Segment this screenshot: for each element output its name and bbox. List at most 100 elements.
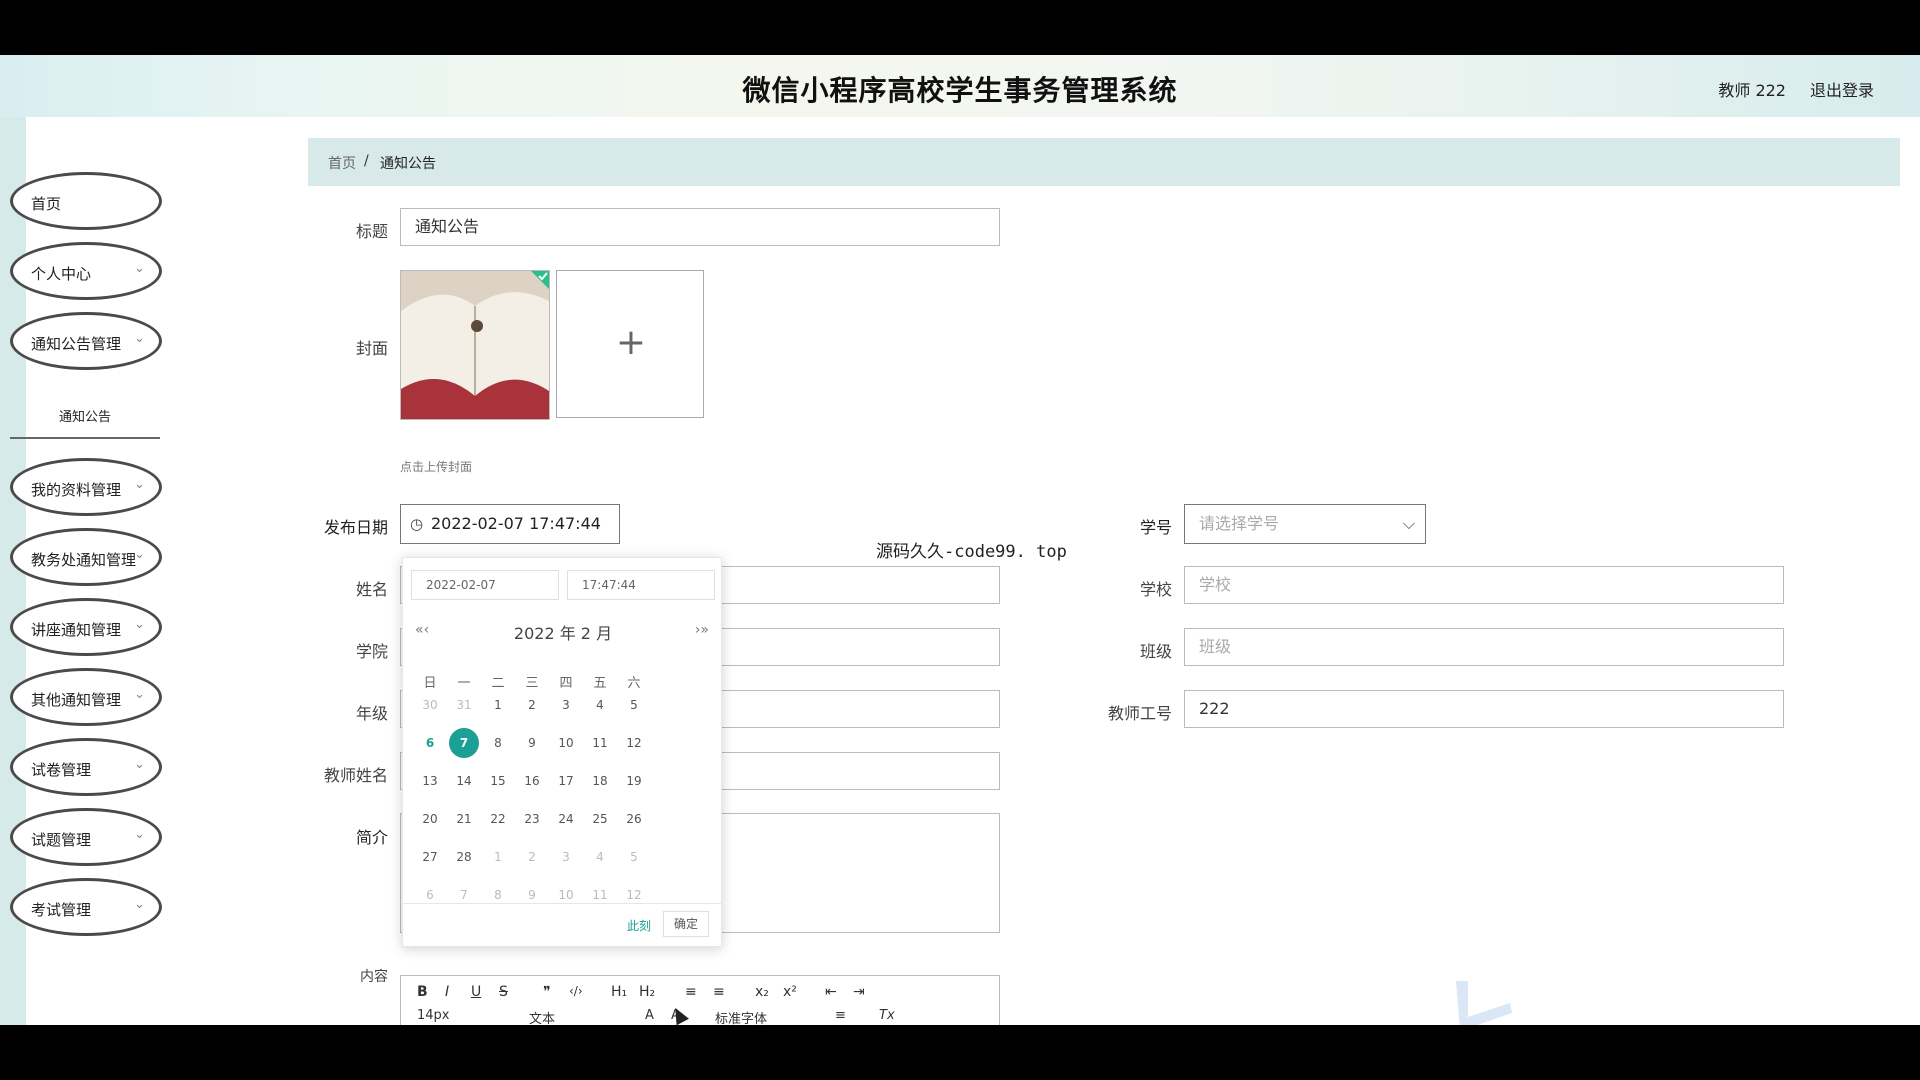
day-cell[interactable]: 23	[517, 804, 547, 834]
day-cell[interactable]: 19	[619, 766, 649, 796]
day-cell[interactable]: 20	[415, 804, 445, 834]
chevron-down-icon: ⌄	[134, 261, 145, 276]
picker-date-input[interactable]: 2022-02-07	[411, 570, 559, 600]
cover-label: 封面	[355, 339, 388, 358]
day-cell[interactable]: 28	[449, 842, 479, 872]
logout-link[interactable]: 退出登录	[1810, 77, 1874, 101]
next-year-button[interactable]: ›»	[695, 622, 709, 638]
sidebar-item-paper-management[interactable]: 试卷管理 ⌄	[10, 738, 162, 796]
day-cell[interactable]: 31	[449, 690, 479, 720]
chevron-down-icon: ⌄	[134, 547, 145, 562]
day-cell[interactable]: 13	[415, 766, 445, 796]
day-cell[interactable]: 4	[585, 842, 615, 872]
day-cell[interactable]: 16	[517, 766, 547, 796]
day-cell[interactable]: 17	[551, 766, 581, 796]
picker-time-input[interactable]: 17:47:44	[567, 570, 715, 600]
day-cell[interactable]: 6	[415, 728, 445, 758]
day-cell[interactable]: 24	[551, 804, 581, 834]
video-logo-icon	[1456, 981, 1512, 1025]
teacher-no-input[interactable]: 222	[1184, 690, 1784, 728]
code-button[interactable]: ‹/›	[569, 984, 583, 998]
day-cell[interactable]: 4	[585, 690, 615, 720]
day-cell[interactable]: 10	[551, 728, 581, 758]
strike-button[interactable]: S	[499, 984, 508, 1000]
class-input[interactable]: 班级	[1184, 628, 1784, 666]
college-label: 学院	[355, 642, 388, 661]
day-cell[interactable]: 5	[619, 842, 649, 872]
h2-button[interactable]: H₂	[639, 984, 655, 1000]
student-no-select[interactable]: 请选择学号 ⌵	[1184, 504, 1426, 544]
weekday-label: 日	[423, 676, 437, 691]
clear-format-button[interactable]: Tx	[879, 1008, 895, 1023]
sidebar-item-label: 讲座通知管理	[31, 621, 122, 639]
sidebar-item-notice-management[interactable]: 通知公告管理 ⌄	[10, 312, 162, 370]
day-cell[interactable]: 22	[483, 804, 513, 834]
sidebar-item-personal-center[interactable]: 个人中心 ⌄	[10, 242, 162, 300]
ordered-list-button[interactable]: ≡	[685, 984, 697, 1000]
day-cell[interactable]: 27	[415, 842, 445, 872]
day-cell[interactable]: 1	[483, 842, 513, 872]
h1-button[interactable]: H₁	[611, 984, 627, 1000]
day-cell[interactable]: 2	[517, 842, 547, 872]
align-button[interactable]: ≡	[835, 1008, 846, 1023]
sidebar-item-other-notice[interactable]: 其他通知管理 ⌄	[10, 668, 162, 726]
paragraph-select[interactable]: 文本	[529, 1008, 555, 1025]
day-cell[interactable]: 7	[449, 728, 479, 758]
system-title: 微信小程序高校学生事务管理系统	[742, 74, 1178, 107]
day-cell[interactable]: 2	[517, 690, 547, 720]
publish-date-label: 发布日期	[323, 518, 388, 537]
clock-icon: ◷	[410, 515, 424, 533]
day-cell[interactable]: 12	[619, 728, 649, 758]
day-cell[interactable]: 14	[449, 766, 479, 796]
confirm-button[interactable]: 确定	[663, 911, 709, 937]
sidebar-item-question-management[interactable]: 试题管理 ⌄	[10, 808, 162, 866]
day-cell[interactable]: 15	[483, 766, 513, 796]
upload-cover-button[interactable]: +	[556, 270, 704, 418]
day-cell[interactable]: 21	[449, 804, 479, 834]
plus-icon: +	[615, 322, 647, 363]
superscript-button[interactable]: x²	[783, 984, 797, 1000]
picker-footer: 此刻 确定	[403, 903, 721, 946]
day-cell[interactable]: 11	[585, 728, 615, 758]
school-input[interactable]: 学校	[1184, 566, 1784, 604]
sidebar-item-label: 我的资料管理	[31, 481, 122, 499]
breadcrumb-home-link[interactable]: 首页	[328, 153, 356, 173]
sidebar-item-lecture-notice[interactable]: 讲座通知管理 ⌄	[10, 598, 162, 656]
day-cell[interactable]: 3	[551, 690, 581, 720]
font-family-select[interactable]: 标准字体	[715, 1008, 767, 1025]
italic-button[interactable]: I	[445, 984, 449, 1000]
bullet-list-button[interactable]: ≡	[713, 984, 725, 1000]
day-cell[interactable]: 5	[619, 690, 649, 720]
sidebar-item-home[interactable]: 首页	[10, 172, 162, 230]
app-window: 微信小程序高校学生事务管理系统 教师 222 退出登录 首页 个人中心 ⌄ 通知…	[0, 55, 1920, 1025]
title-input[interactable]: 通知公告	[400, 208, 1000, 246]
weekday-label: 二	[491, 676, 505, 691]
subscript-button[interactable]: x₂	[755, 984, 769, 1000]
text-color-button[interactable]: A	[645, 1008, 654, 1023]
title-label: 标题	[355, 222, 388, 241]
now-button[interactable]: 此刻	[627, 917, 651, 934]
sidebar-item-academic-notice[interactable]: 教务处通知管理 ⌄	[10, 528, 162, 586]
publish-date-input[interactable]: ◷ 2022-02-07 17:47:44	[400, 504, 620, 544]
content-editor[interactable]: B I U S ❞ ‹/› H₁ H₂ ≡ ≡ x₂ x² ⇤ ⇥ 14px 文…	[400, 975, 1000, 1025]
sidebar-item-exam-management[interactable]: 考试管理 ⌄	[10, 878, 162, 936]
outdent-button[interactable]: ⇤	[825, 984, 837, 1000]
weekday-label: 五	[593, 676, 607, 691]
indent-button[interactable]: ⇥	[853, 984, 865, 1000]
student-no-placeholder: 请选择学号	[1199, 514, 1280, 533]
underline-button[interactable]: U	[471, 984, 481, 1000]
font-size-select[interactable]: 14px	[417, 1008, 450, 1023]
day-cell[interactable]: 9	[517, 728, 547, 758]
day-cell[interactable]: 30	[415, 690, 445, 720]
cover-image[interactable]	[400, 270, 550, 420]
day-cell[interactable]: 26	[619, 804, 649, 834]
sidebar-item-my-profile[interactable]: 我的资料管理 ⌄	[10, 458, 162, 516]
day-cell[interactable]: 3	[551, 842, 581, 872]
day-cell[interactable]: 25	[585, 804, 615, 834]
day-cell[interactable]: 8	[483, 728, 513, 758]
bold-button[interactable]: B	[417, 984, 428, 1000]
day-cell[interactable]: 1	[483, 690, 513, 720]
submenu-item-notice[interactable]: 通知公告	[10, 405, 160, 439]
day-cell[interactable]: 18	[585, 766, 615, 796]
quote-button[interactable]: ❞	[543, 984, 551, 1000]
